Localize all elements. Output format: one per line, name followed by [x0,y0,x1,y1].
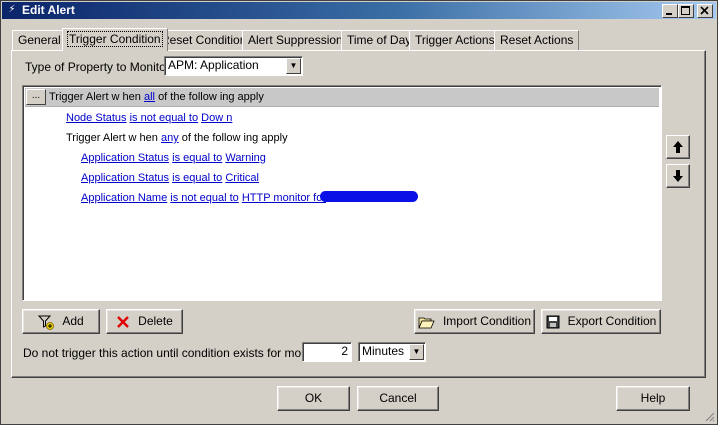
add-condition-button[interactable]: Add [22,309,100,334]
tab-reset-condition[interactable]: Reset Condition [155,30,253,50]
tab-label: General [18,33,61,47]
property-type-select[interactable]: APM: Application ▼ [164,56,303,76]
close-icon [700,6,709,15]
folder-open-icon [418,317,435,329]
tab-general[interactable]: General [12,30,67,50]
export-condition-button[interactable]: Export Condition [541,309,661,334]
alert-app-icon: ⚡ [8,4,16,15]
duration-value-input[interactable]: 2 [302,342,352,362]
condition-row: Application Status is equal to Warning [81,151,266,165]
tab-time-of-day[interactable]: Time of Day [341,30,418,50]
funnel-add-icon [38,315,55,330]
move-down-button[interactable] [666,164,690,188]
duration-unit-select[interactable]: Minutes ▼ [358,342,426,362]
property-type-value: APM: Application [168,58,259,72]
add-label: Add [62,314,84,328]
condition-tree[interactable]: ... Trigger Alert w hen all of the follo… [22,85,662,301]
import-label: Import Condition [442,314,532,328]
header-quantifier-link[interactable]: all [144,91,155,103]
condition-operator-link[interactable]: is not equal to [170,192,239,204]
maximize-icon [681,6,690,15]
arrow-up-icon [673,141,683,153]
delete-x-icon [117,315,130,328]
condition-value-link[interactable]: Warning [225,152,266,164]
header-suffix: of the follow ing apply [158,91,264,103]
header-prefix: Trigger Alert w hen [49,91,141,103]
tab-label: Reset Condition [161,33,247,47]
group-suffix: of the follow ing apply [181,132,288,144]
ok-button[interactable]: OK [277,386,350,411]
condition-value-link[interactable]: HTTP monitor for [242,192,326,204]
condition-value-link[interactable]: Critical [225,172,259,184]
title-bar[interactable]: ⚡ Edit Alert [2,2,716,19]
condition-field-link[interactable]: Application Status [81,172,169,184]
arrow-down-icon [673,170,683,182]
tab-label: Time of Day [347,33,412,47]
maximize-button[interactable] [678,4,694,18]
duration-label: Do not trigger this action until conditi… [23,346,339,360]
tab-trigger-actions[interactable]: Trigger Actions [409,30,501,50]
tab-label: Trigger Actions [415,33,495,47]
import-condition-button[interactable]: Import Condition [414,309,535,334]
tab-trigger-condition[interactable]: Trigger Condition [62,28,168,51]
edit-alert-window: ⚡ Edit Alert General Trigger Condition R… [0,0,718,425]
tree-header-row[interactable]: ... Trigger Alert w hen all of the follo… [25,88,659,107]
condition-row: Application Status is equal to Critical [81,171,259,185]
help-button[interactable]: Help [616,386,690,411]
tab-label: Alert Suppression [248,33,343,47]
condition-field-link[interactable]: Node Status [66,112,127,124]
export-label: Export Condition [567,314,657,328]
header-condition-text: Trigger Alert w hen all of the follow in… [49,90,264,104]
redaction-scribble [320,191,418,202]
resize-grip-icon[interactable] [703,410,715,422]
condition-operator-link[interactable]: is equal to [172,172,222,184]
close-button[interactable] [697,4,713,18]
condition-menu-button[interactable]: ... [26,89,46,105]
group-quantifier-link[interactable]: any [161,132,179,144]
minimize-icon [666,13,672,15]
cancel-button[interactable]: Cancel [357,386,439,411]
condition-row: Application Name is not equal to HTTP mo… [81,191,418,205]
delete-condition-button[interactable]: Delete [106,309,183,334]
window-title: Edit Alert [22,3,75,17]
duration-unit-value: Minutes [362,344,405,358]
condition-field-link[interactable]: Application Status [81,152,169,164]
condition-operator-link[interactable]: is not equal to [130,112,199,124]
condition-row: Node Status is not equal to Dow n [66,111,232,125]
minimize-button[interactable] [662,4,678,18]
property-type-label: Type of Property to Monitor: [25,60,174,74]
group-prefix: Trigger Alert w hen [66,132,158,144]
condition-value-link[interactable]: Dow n [201,112,232,124]
dropdown-arrow-icon[interactable]: ▼ [409,344,424,360]
move-up-button[interactable] [666,135,690,159]
tab-label: Reset Actions [500,33,574,47]
dropdown-arrow-icon[interactable]: ▼ [286,58,301,74]
condition-operator-link[interactable]: is equal to [172,152,222,164]
tab-reset-actions[interactable]: Reset Actions [494,30,580,50]
floppy-disk-icon [546,315,560,329]
tab-label: Trigger Condition [67,31,163,47]
tab-alert-suppression[interactable]: Alert Suppression [242,30,349,50]
condition-field-link[interactable]: Application Name [81,192,167,204]
delete-label: Delete [138,314,173,328]
condition-group-row: Trigger Alert w hen any of the follow in… [66,131,288,145]
